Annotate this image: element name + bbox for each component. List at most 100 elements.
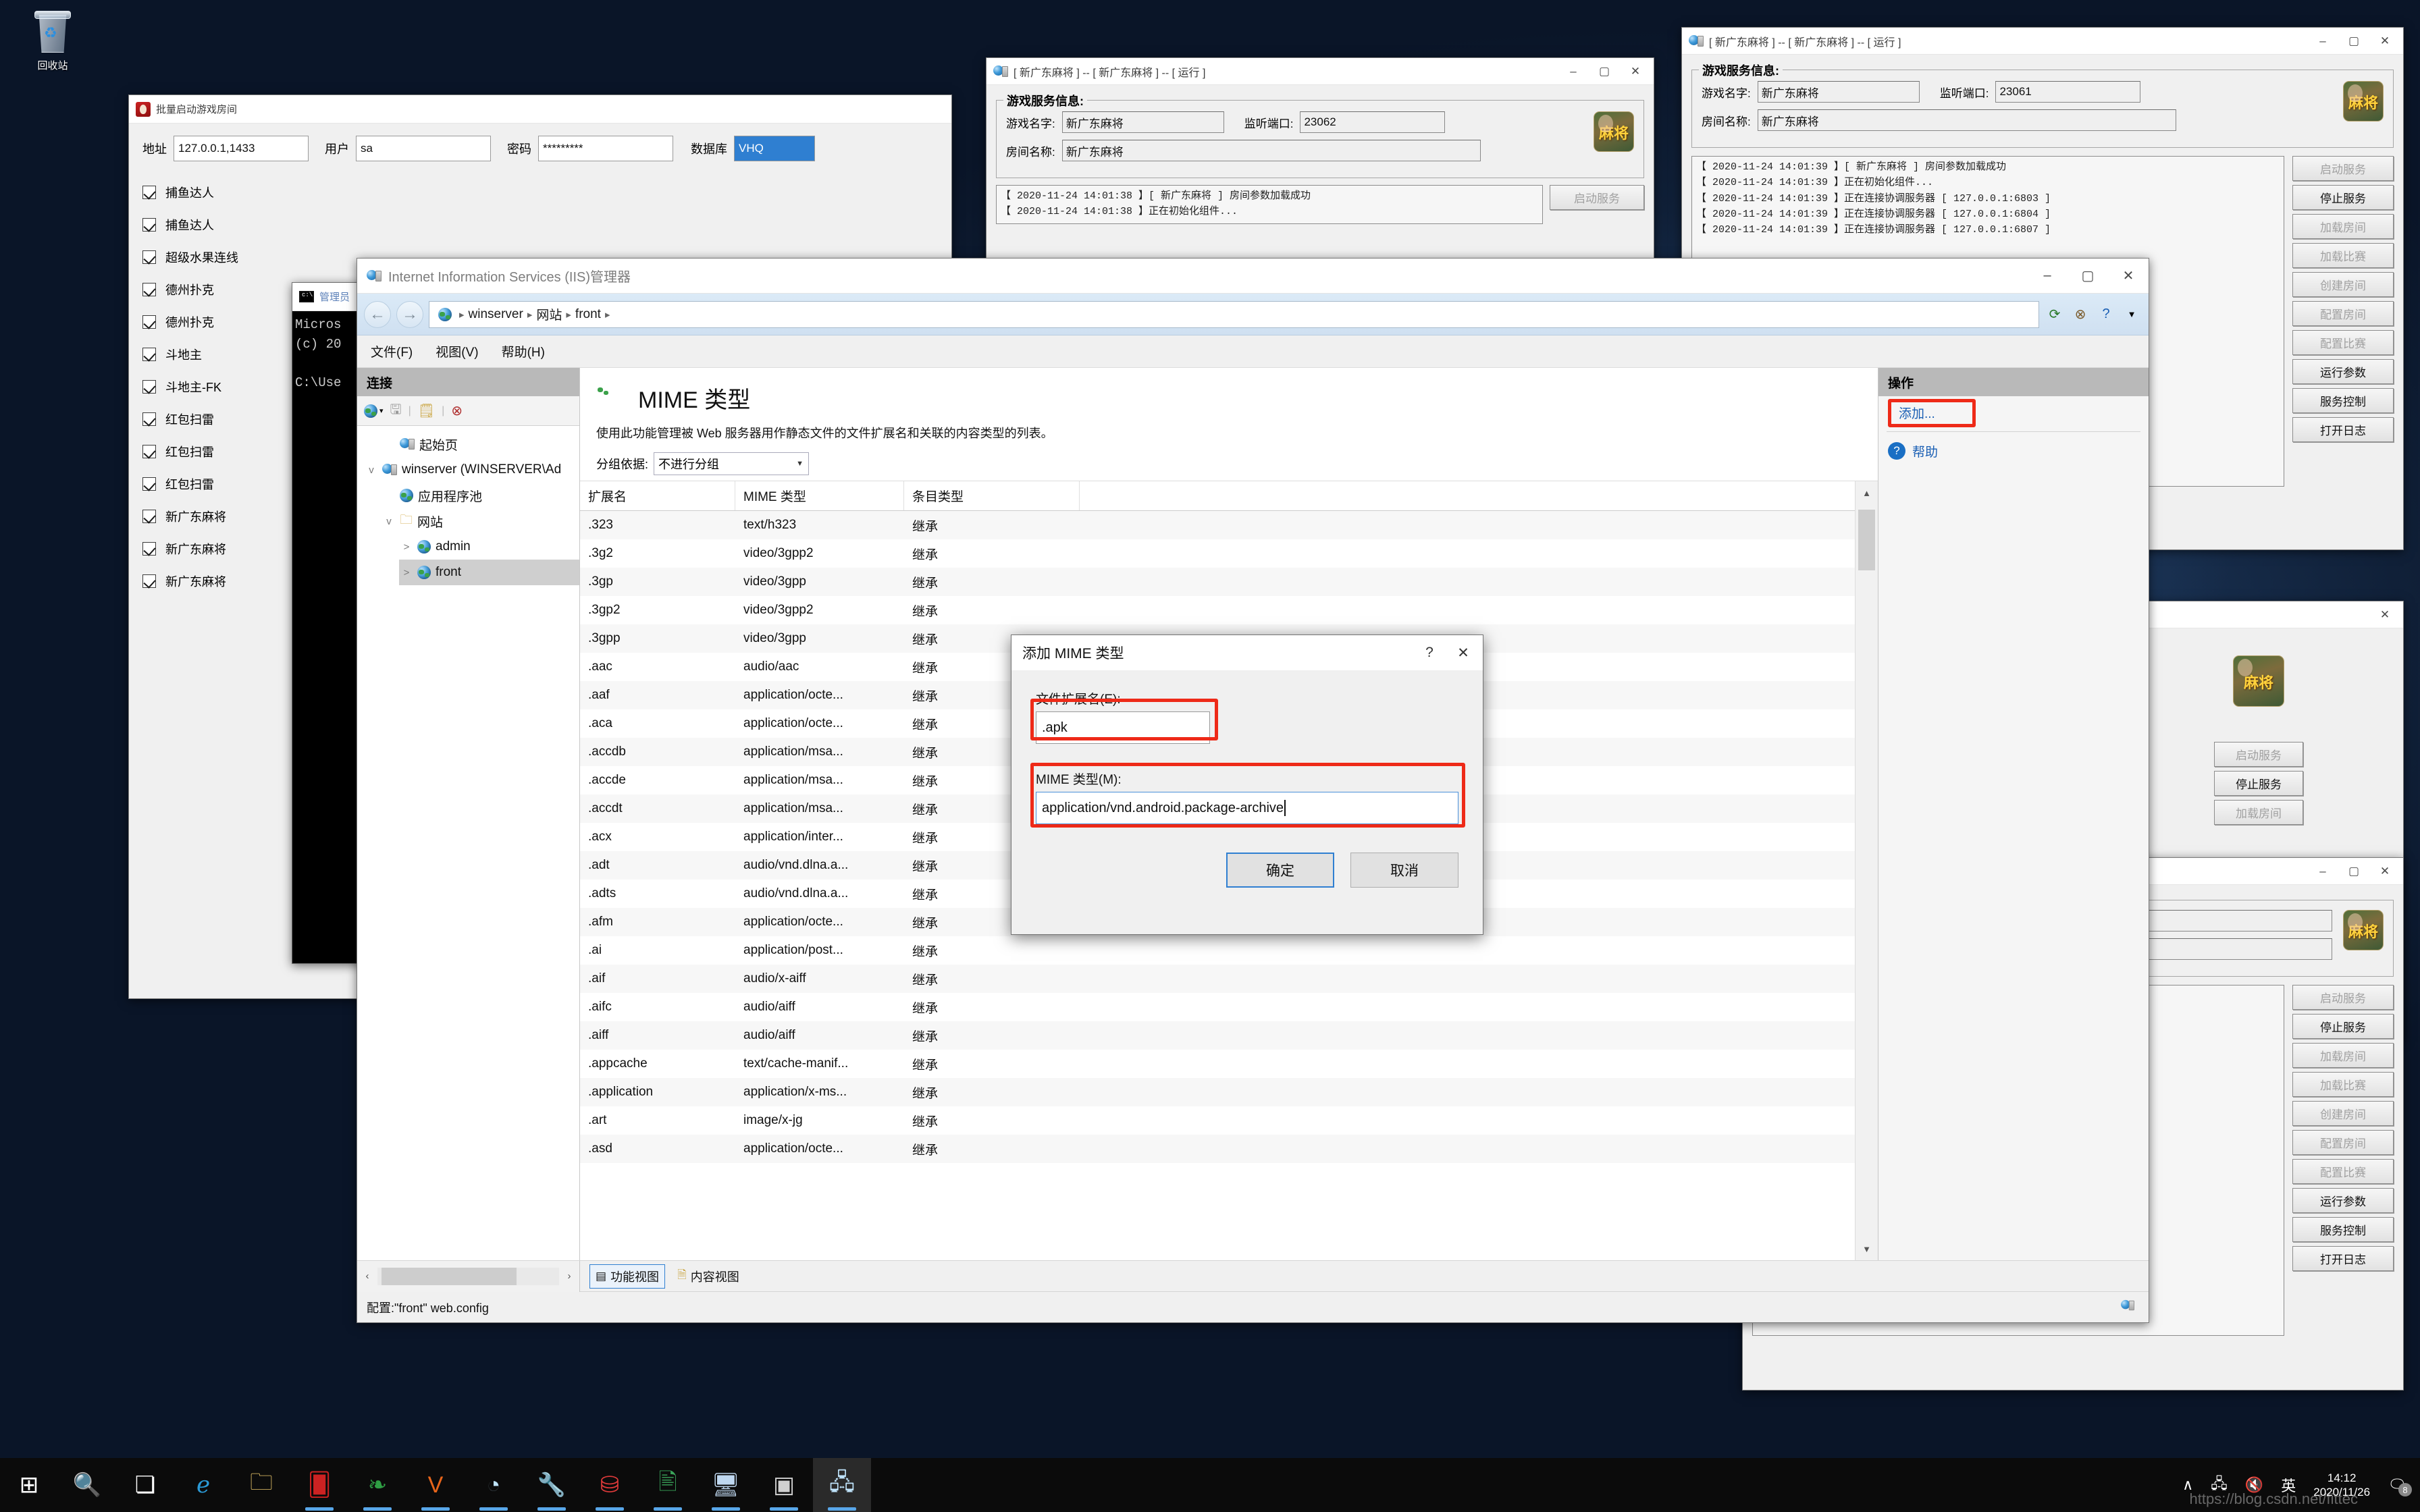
tree-node-5[interactable]: > front bbox=[399, 560, 579, 585]
scroll-down-button[interactable]: ▼ bbox=[1856, 1237, 1878, 1260]
user-input[interactable]: sa bbox=[356, 136, 491, 161]
minimize-button[interactable]: – bbox=[1558, 58, 1589, 84]
checkbox-checked-icon[interactable] bbox=[142, 412, 156, 426]
connections-tree[interactable]: 起始页 v winserver (WINSERVER\Ad 应用程序池 v 🗀 网站 > adm… bbox=[357, 426, 579, 585]
remove-connection-icon[interactable]: ⊗ bbox=[451, 402, 463, 419]
maximize-button[interactable]: ▢ bbox=[2068, 259, 2108, 293]
game-action-button[interactable]: 运行参数 bbox=[2292, 1188, 2394, 1213]
game-checkbox-row[interactable]: 捕鱼达人 bbox=[142, 209, 938, 241]
tab-features-view[interactable]: ▤ 功能视图 bbox=[589, 1264, 666, 1289]
menu-view[interactable]: 视图(V) bbox=[436, 342, 478, 360]
breadcrumb[interactable]: ▸ winserver ▸ 网站 ▸ front ▸ bbox=[429, 300, 2039, 328]
table-row[interactable]: .3gp video/3gpp 继承 bbox=[580, 568, 1878, 596]
mime-type-input[interactable]: application/vnd.android.package-archive bbox=[1036, 792, 1458, 824]
tree-node-0[interactable]: 起始页 bbox=[382, 431, 579, 457]
table-row[interactable]: .aifc audio/aiff 继承 bbox=[580, 993, 1878, 1021]
table-row[interactable]: .aiff audio/aiff 继承 bbox=[580, 1021, 1878, 1050]
game-action-button[interactable]: 打开日志 bbox=[2292, 1246, 2394, 1271]
forward-button[interactable]: → bbox=[396, 300, 423, 328]
game-tr-room-input[interactable]: 新广东麻将 bbox=[1757, 109, 2176, 131]
game-action-button[interactable]: 打开日志 bbox=[2292, 417, 2394, 442]
game-mid-log[interactable]: 【 2020-11-24 14:01:38 】[ 新广东麻将 ] 房间参数加载成… bbox=[996, 185, 1543, 224]
minimize-button[interactable]: – bbox=[2027, 259, 2068, 293]
edit-site-icon[interactable]: 🗒 bbox=[418, 402, 435, 419]
action-help[interactable]: ? 帮助 bbox=[1878, 435, 2149, 467]
menu-file[interactable]: 文件(F) bbox=[371, 342, 413, 360]
game-action-button[interactable]: 运行参数 bbox=[2292, 359, 2394, 384]
tree-node-2[interactable]: 应用程序池 bbox=[382, 483, 579, 508]
game-tr-titlebar[interactable]: [ 新广东麻将 ] -- [ 新广东麻将 ] -- [ 运行 ] – ▢ ✕ bbox=[1682, 28, 2403, 55]
breadcrumb-item-server[interactable]: winserver bbox=[469, 307, 523, 322]
table-row[interactable]: .application application/x-ms... 继承 bbox=[580, 1078, 1878, 1106]
game-action-button[interactable]: 停止服务 bbox=[2292, 1014, 2394, 1039]
chevron-down-icon[interactable]: ▼ bbox=[2122, 304, 2142, 325]
add-mime-type-dialog[interactable]: 添加 MIME 类型 ? ✕ 文件扩展名(E): .apk MIME 类型(M)… bbox=[1011, 634, 1483, 935]
close-button[interactable]: ✕ bbox=[2369, 601, 2400, 628]
notifications-icon[interactable]: 🗨 8 bbox=[2388, 1476, 2412, 1496]
taskbar-item-iis-manager[interactable]: 🖧 bbox=[813, 1458, 871, 1512]
refresh-icon[interactable]: ⟳ bbox=[2045, 304, 2065, 325]
checkbox-checked-icon[interactable] bbox=[142, 510, 156, 523]
checkbox-checked-icon[interactable] bbox=[142, 218, 156, 232]
iis-titlebar[interactable]: Internet Information Services (IIS)管理器 –… bbox=[357, 259, 2149, 294]
tree-horizontal-scrollbar[interactable]: ‹ › bbox=[357, 1260, 580, 1292]
table-row[interactable]: .art image/x-jg 继承 bbox=[580, 1106, 1878, 1135]
close-button[interactable]: ✕ bbox=[1620, 58, 1651, 84]
menu-help[interactable]: 帮助(H) bbox=[502, 342, 545, 360]
password-input[interactable]: ********* bbox=[538, 136, 673, 161]
maximize-button[interactable]: ▢ bbox=[1589, 58, 1620, 84]
dialog-titlebar[interactable]: 添加 MIME 类型 ? ✕ bbox=[1011, 635, 1483, 670]
taskbar-item-editor[interactable]: 🖹 bbox=[639, 1458, 697, 1512]
close-button[interactable]: ✕ bbox=[2369, 858, 2400, 884]
taskbar-item-start[interactable]: ⊞ bbox=[0, 1458, 58, 1512]
column-header-extension[interactable]: 扩展名 bbox=[580, 481, 735, 510]
tab-content-view[interactable]: 🗎 内容视图 bbox=[672, 1264, 745, 1289]
breadcrumb-item-sites[interactable]: 网站 bbox=[536, 305, 562, 323]
taskbar-item-internet-explorer[interactable]: ℯ bbox=[174, 1458, 232, 1512]
game-server-window-23062[interactable]: [ 新广东麻将 ] -- [ 新广东麻将 ] -- [ 运行 ] – ▢ ✕ 游… bbox=[986, 57, 1654, 280]
scroll-thumb[interactable] bbox=[1858, 510, 1875, 570]
game-r2-titlebar[interactable]: ✕ bbox=[2114, 601, 2403, 628]
tree-node-3[interactable]: v 🗀 网站 bbox=[382, 508, 579, 534]
scroll-left-button[interactable]: ‹ bbox=[357, 1270, 377, 1282]
table-row[interactable]: .323 text/h323 继承 bbox=[580, 511, 1878, 539]
checkbox-checked-icon[interactable] bbox=[142, 380, 156, 394]
taskbar-item-game-server[interactable]: 🖥 bbox=[697, 1458, 755, 1512]
game-mid-port-input[interactable]: 23062 bbox=[1300, 111, 1446, 133]
game-mid-room-input[interactable]: 新广东麻将 bbox=[1061, 140, 1481, 161]
game-mid-name-input[interactable]: 新广东麻将 bbox=[1061, 111, 1224, 133]
help-icon[interactable]: ? bbox=[2096, 304, 2116, 325]
checkbox-checked-icon[interactable] bbox=[142, 283, 156, 296]
cancel-button[interactable]: 取消 bbox=[1350, 853, 1458, 888]
scroll-right-button[interactable]: › bbox=[559, 1270, 579, 1282]
tree-node-1[interactable]: v winserver (WINSERVER\Ad bbox=[364, 457, 579, 483]
table-row[interactable]: .asd application/octe... 继承 bbox=[580, 1135, 1878, 1163]
column-header-entry-type[interactable]: 条目类型 bbox=[904, 481, 1080, 510]
tree-node-4[interactable]: > admin bbox=[399, 534, 579, 560]
taskbar-item-task-view[interactable]: ❏ bbox=[116, 1458, 174, 1512]
column-header-mime-type[interactable]: MIME 类型 bbox=[735, 481, 904, 510]
tree-twisty-icon[interactable]: > bbox=[400, 541, 413, 553]
taskbar-item-network[interactable]: ⛁ bbox=[581, 1458, 639, 1512]
table-row[interactable]: .aif audio/x-aiff 继承 bbox=[580, 965, 1878, 993]
taskbar-item-sqlserver[interactable]: ◔ bbox=[465, 1458, 523, 1512]
action-add[interactable]: 添加... bbox=[1878, 396, 2149, 429]
minimize-button[interactable]: – bbox=[2307, 28, 2338, 54]
tree-twisty-icon[interactable]: v bbox=[365, 464, 377, 476]
table-row[interactable]: .3g2 video/3gpp2 继承 bbox=[580, 539, 1878, 568]
stop-icon[interactable]: ⊗ bbox=[2070, 304, 2090, 325]
game-action-button[interactable]: 停止服务 bbox=[2292, 185, 2394, 210]
save-icon[interactable]: 🖫 bbox=[390, 400, 402, 423]
checkbox-checked-icon[interactable] bbox=[142, 315, 156, 329]
game-checkbox-row[interactable]: 捕鱼达人 bbox=[142, 176, 938, 209]
scroll-up-button[interactable]: ▲ bbox=[1856, 481, 1878, 504]
checkbox-checked-icon[interactable] bbox=[142, 445, 156, 458]
breadcrumb-item-front[interactable]: front bbox=[575, 307, 601, 322]
address-input[interactable]: 127.0.0.1,1433 bbox=[174, 136, 309, 161]
back-button[interactable]: ← bbox=[364, 300, 391, 328]
taskbar-item-visual-studio[interactable]: V bbox=[406, 1458, 465, 1512]
table-row[interactable]: .3gp2 video/3gpp2 继承 bbox=[580, 596, 1878, 624]
checkbox-checked-icon[interactable] bbox=[142, 477, 156, 491]
dialog-help-button[interactable]: ? bbox=[1414, 637, 1445, 668]
checkbox-checked-icon[interactable] bbox=[142, 250, 156, 264]
